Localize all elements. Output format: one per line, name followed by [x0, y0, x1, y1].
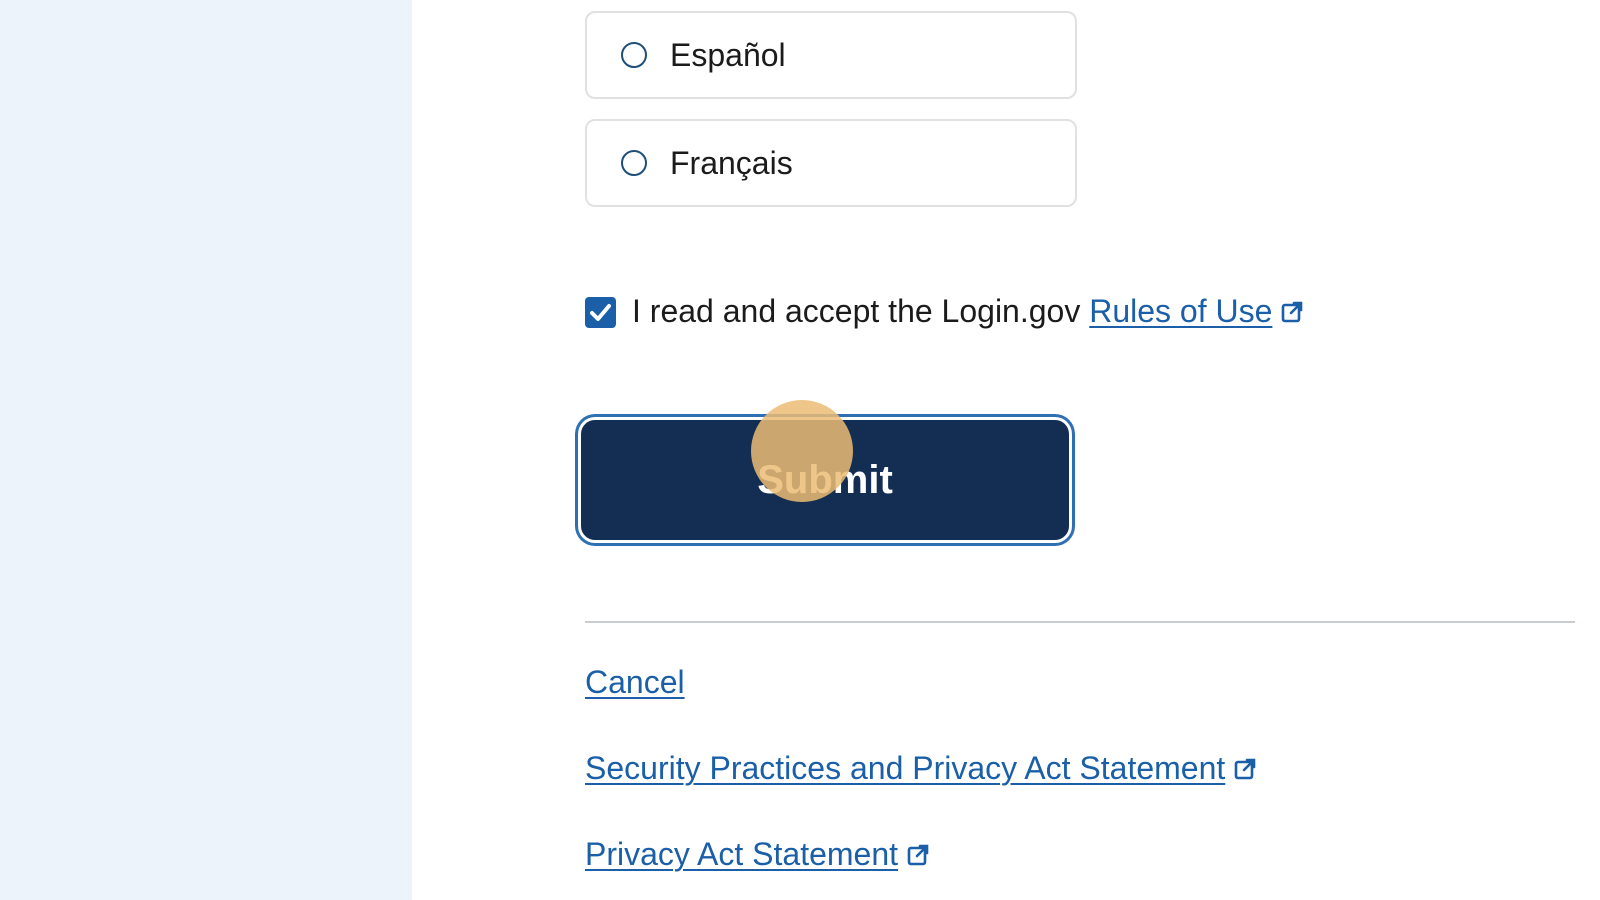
external-link-icon[interactable]: [906, 843, 930, 867]
rules-of-use-link[interactable]: Rules of Use: [1089, 293, 1272, 329]
privacy-act-link-row: Privacy Act Statement: [585, 836, 930, 873]
language-option-francais[interactable]: Français: [585, 119, 1077, 207]
privacy-act-link[interactable]: Privacy Act Statement: [585, 836, 898, 872]
checkmark-icon: [590, 304, 611, 321]
language-option-espanol[interactable]: Español: [585, 11, 1077, 99]
security-practices-link-row: Security Practices and Privacy Act State…: [585, 750, 1257, 787]
divider: [585, 621, 1575, 623]
accept-rules-checkbox[interactable]: [585, 297, 616, 328]
cancel-link-row: Cancel: [585, 664, 685, 701]
submit-button[interactable]: Submit: [581, 420, 1069, 540]
radio-francais[interactable]: [621, 150, 647, 176]
accept-rules-label: I read and accept the Login.gov: [632, 293, 1090, 329]
language-label-espanol: Español: [670, 37, 786, 73]
accept-rules-text: I read and accept the Login.gov Rules of…: [632, 293, 1304, 330]
radio-espanol[interactable]: [621, 42, 647, 68]
security-practices-link[interactable]: Security Practices and Privacy Act State…: [585, 750, 1225, 786]
left-sidebar-panel: [0, 0, 412, 900]
language-label-francais: Français: [670, 145, 793, 181]
cancel-link[interactable]: Cancel: [585, 664, 685, 700]
external-link-icon[interactable]: [1233, 757, 1257, 781]
external-link-icon[interactable]: [1280, 300, 1304, 324]
